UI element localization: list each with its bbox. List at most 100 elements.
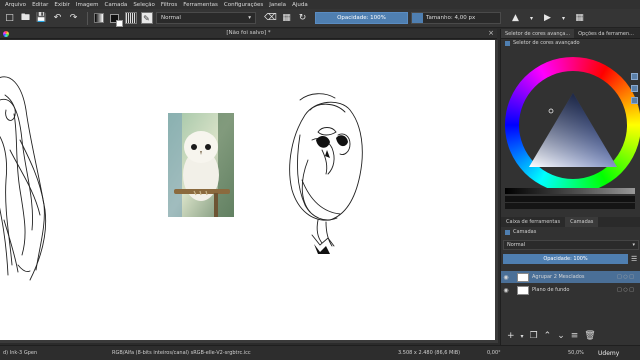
brush-size-label: Tamanho: 4,00 px [426,15,476,21]
color-selector-header: Seletor de cores avançado [501,39,640,47]
move-up-icon[interactable]: ⌃ [544,331,552,341]
wrap-around-icon[interactable]: ▦ [573,12,586,25]
menu-janela[interactable]: Janela [266,2,289,8]
sketch-strokes [0,76,363,281]
tab-advanced-color-selector[interactable]: Seletor de cores avança... [501,29,575,38]
selector-settings-icon[interactable] [631,73,638,80]
new-document-icon[interactable]: □ [3,12,16,25]
lower-docker-tabs: Caixa de ferramentas Camadas [501,217,640,227]
tab-layers[interactable]: Camadas [565,217,599,227]
close-icon[interactable]: × [488,29,494,37]
opacity-label: Opacidade: 100% [337,15,386,21]
brush-preset-status: d) Ink-3 Gpen [3,350,38,356]
brush-size-slider[interactable]: Tamanho: 4,00 px [411,12,501,24]
mirror-vertical-icon[interactable]: ▶ [541,12,554,25]
layers-header: Camadas [501,228,640,236]
right-docker-panel: Seletor de cores avança... Opções da fer… [500,29,640,345]
common-colors-strip[interactable] [505,203,635,209]
selector-history-icon[interactable] [631,97,638,104]
gradient-icon[interactable] [92,12,105,25]
menu-filtros[interactable]: Filtros [158,2,180,8]
open-folder-icon[interactable]: 🖿 [19,12,32,25]
menu-bar: Arquivo Editar Exibir Imagem Camada Sele… [0,0,640,9]
toolbar-separator [87,11,88,25]
layer-thumbnail [517,285,529,295]
menu-camada[interactable]: Camada [102,2,131,8]
color-history-strip[interactable] [505,188,635,194]
drawing-canvas[interactable] [0,40,495,340]
undo-icon[interactable]: ↶ [51,12,64,25]
layer-opacity-slider[interactable]: Opacidade: 100% [503,254,628,264]
tab-tool-options[interactable]: Opções da ferramen... [574,29,638,38]
mirror-horizontal-icon[interactable]: ▲ [509,12,522,25]
chevron-down-icon: ▾ [632,242,635,248]
layer-properties-icon[interactable]: ≡ [571,331,579,341]
chevron-down-icon: ▾ [248,15,251,21]
filter-icon[interactable]: ☰ [631,255,637,263]
color-patches-strip[interactable] [505,196,635,202]
rotation-angle-status: 0,00° [487,350,501,356]
eye-icon[interactable]: ◉ [501,287,511,294]
layer-name: Agrupar 2 Mesclados [532,274,585,280]
alpha-lock-icon[interactable]: ▦ [280,12,293,25]
docker-float-icon[interactable] [505,229,510,235]
docker-float-icon[interactable] [505,40,510,46]
zoom-level-status[interactable]: 50,0% [568,350,584,356]
color-selector-side-buttons [631,73,639,109]
layer-name: Plano de fundo [532,287,570,293]
color-space-status: RGB/Alfa (8-bits inteiros/canal) sRGB-el… [112,350,251,356]
menu-editar[interactable]: Editar [29,2,51,8]
tab-toolbox[interactable]: Caixa de ferramentas [501,217,565,227]
owl-reference-photo[interactable] [168,113,234,217]
selector-shape-icon[interactable] [631,85,638,92]
layers-title: Camadas [513,229,537,235]
color-swatches[interactable] [108,12,123,27]
eye-icon[interactable]: ◉ [501,274,511,281]
opacity-slider[interactable]: Opacidade: 100% [315,12,408,24]
document-tab[interactable]: [Não foi salvo] * × [0,29,497,39]
saturation-value-triangle[interactable] [501,49,640,209]
document-title: [Não foi salvo] * [226,30,271,36]
redo-icon[interactable]: ↷ [67,12,80,25]
layer-row[interactable]: ◉ Agrupar 2 Mesclados □ ○ □ [501,271,640,283]
layer-opacity-label: Opacidade: 100% [543,256,588,262]
chevron-down-icon[interactable]: ▾ [525,12,538,25]
blend-mode-select[interactable]: Normal ▾ [156,12,256,24]
layer-lock-icon[interactable]: □ ○ □ [617,287,640,293]
menu-ajuda[interactable]: Ajuda [289,2,311,8]
chevron-down-icon[interactable]: ▾ [557,12,570,25]
brush-size-fill [412,13,423,23]
layer-lock-icon[interactable]: □ ○ □ [617,274,640,280]
watermark-text: Udemy [598,350,620,357]
pattern-icon[interactable] [124,12,137,25]
layer-thumbnail [517,272,529,282]
brush-preset-icon[interactable]: ✎ [140,12,153,25]
add-layer-icon[interactable]: + [507,331,515,341]
layers-footer: + ▾ ❐ ⌃ ⌄ ≡ 🗑 [501,329,640,343]
eraser-icon[interactable]: ⌫ [264,12,277,25]
background-color-swatch[interactable] [116,19,123,27]
color-selector-title: Seletor de cores avançado [513,40,580,46]
menu-exibir[interactable]: Exibir [51,2,73,8]
app-window: Arquivo Editar Exibir Imagem Camada Sele… [0,0,640,360]
foreground-color-swatch[interactable] [110,13,123,27]
layer-blend-mode-value: Normal [507,242,526,248]
menu-ferramentas[interactable]: Ferramentas [180,2,221,8]
delete-layer-icon[interactable]: 🗑 [584,331,595,341]
menu-configuracoes[interactable]: Configurações [221,2,266,8]
menu-arquivo[interactable]: Arquivo [2,2,29,8]
reload-preset-icon[interactable]: ↻ [296,12,309,25]
layer-blend-mode-select[interactable]: Normal ▾ [503,240,639,250]
move-down-icon[interactable]: ⌄ [557,331,565,341]
menu-selecao[interactable]: Seleção [130,2,158,8]
canvas-horizontal-scrollbar[interactable] [0,340,498,343]
canvas-vertical-scrollbar[interactable] [495,40,498,340]
menu-imagem[interactable]: Imagem [73,2,102,8]
docker-tabs: Seletor de cores avança... Opções da fer… [501,29,640,39]
save-icon[interactable]: 💾 [35,12,48,25]
layer-row[interactable]: ◉ Plano de fundo □ ○ □ [501,284,640,296]
image-dimensions-status: 3.508 x 2.480 (86,6 MiB) [398,350,461,356]
chevron-down-icon[interactable]: ▾ [521,333,524,340]
duplicate-layer-icon[interactable]: ❐ [530,331,538,341]
main-toolbar: □ 🖿 💾 ↶ ↷ ✎ Normal ▾ ⌫ ▦ ↻ Opacidade: 10… [0,9,640,28]
